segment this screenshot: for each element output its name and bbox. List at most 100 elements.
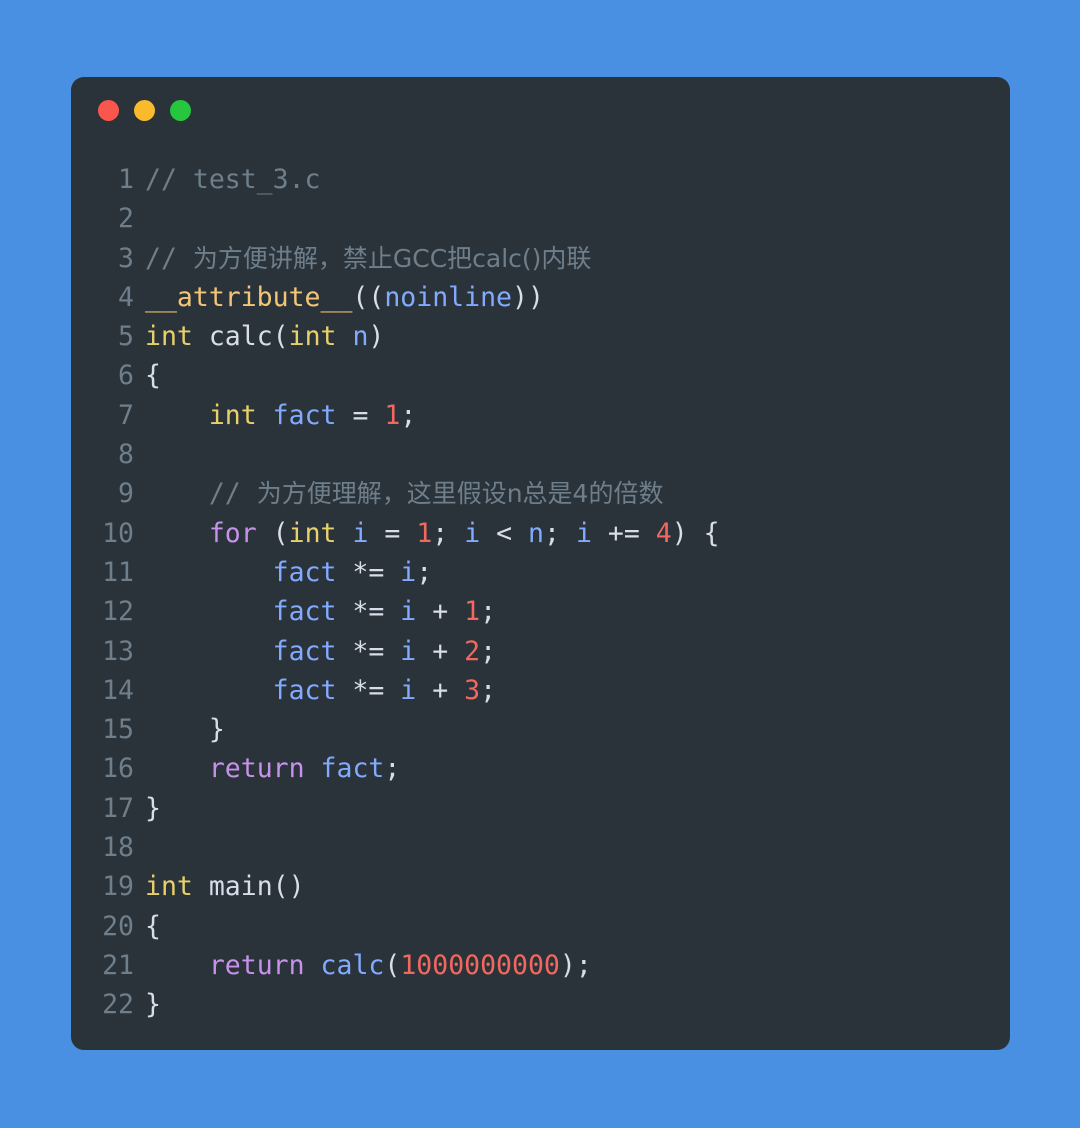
close-window-icon[interactable]: [98, 99, 119, 121]
code-token: +=: [591, 517, 656, 549]
code-line[interactable]: 7 int fact = 1;: [71, 396, 1010, 435]
code-token: fact: [272, 674, 337, 706]
code-token: ): [368, 321, 385, 353]
code-line[interactable]: 20 {: [71, 907, 1010, 946]
code-token: i: [352, 517, 369, 549]
code-token: *=: [336, 596, 401, 628]
line-number: 14: [102, 674, 134, 706]
line-number: 7: [118, 399, 134, 431]
code-token: }: [145, 989, 161, 1021]
code-line[interactable]: 15 }: [71, 710, 1010, 749]
code-token: fact: [272, 399, 337, 431]
code-token: ;: [544, 517, 576, 549]
code-token: <: [480, 517, 529, 549]
line-number: 21: [102, 949, 134, 981]
code-token: ;: [480, 635, 497, 667]
maximize-window-icon[interactable]: [170, 99, 191, 121]
line-number: 1: [118, 164, 134, 195]
line-content: return calc(1000000000);: [145, 946, 592, 985]
code-line[interactable]: 4 __attribute__((noinline)): [71, 278, 1010, 317]
code-line[interactable]: 9 // 为方便理解，这里假设n总是4的倍数: [71, 474, 1010, 513]
code-line[interactable]: 22}: [71, 985, 1010, 1024]
code-line[interactable]: 12 fact *= i + 1;: [71, 592, 1010, 631]
code-line[interactable]: 1 // test_3.c: [71, 160, 1010, 199]
code-line[interactable]: 19 int main(): [71, 867, 1010, 906]
code-token: 4: [655, 517, 672, 549]
code-token: 为方便讲解，禁止GCC把calc()内联: [192, 243, 592, 273]
line-number: 5: [118, 321, 134, 353]
code-token: i: [464, 517, 481, 549]
line-number: 13: [102, 635, 134, 667]
code-token: noinline: [384, 281, 512, 313]
code-line[interactable]: 14 fact *= i + 3;: [71, 671, 1010, 710]
code-token: i: [400, 596, 417, 628]
code-token: for: [208, 517, 257, 549]
code-line[interactable]: 13 fact *= i + 2;: [71, 632, 1010, 671]
code-line[interactable]: 5 int calc(int n): [71, 317, 1010, 356]
code-token: fact: [272, 556, 337, 588]
line-content: int calc(int n): [145, 317, 384, 356]
code-token: +: [416, 635, 465, 667]
line-number: 16: [102, 753, 134, 785]
code-token: ;: [384, 753, 401, 785]
code-token: =: [368, 517, 417, 549]
code-line[interactable]: 16 return fact;: [71, 749, 1010, 788]
code-token: int: [288, 321, 337, 353]
code-token: ;: [480, 596, 497, 628]
code-token: 3: [464, 674, 481, 706]
code-token: fact: [272, 596, 337, 628]
code-line[interactable]: 10 for (int i = 1; i < n; i += 4) {: [71, 514, 1010, 553]
code-token: 1: [464, 596, 481, 628]
code-token: +: [416, 674, 465, 706]
minimize-window-icon[interactable]: [134, 99, 155, 121]
code-token: (: [384, 949, 401, 981]
code-line[interactable]: 6{: [71, 356, 1010, 395]
line-number: 15: [102, 714, 134, 746]
window-titlebar[interactable]: [71, 77, 1010, 143]
line-number: 9: [118, 478, 134, 510]
code-token: fact: [272, 635, 337, 667]
code-token: (: [256, 517, 289, 549]
code-token: 1000000000: [400, 949, 560, 981]
code-token: return: [208, 753, 305, 785]
line-content: int main(): [145, 867, 305, 906]
line-number: 6: [118, 360, 134, 392]
code-editor-area[interactable]: 1 // test_3.c 2 3 // 为方便讲解，禁止GCC把calc()内联 4 __…: [71, 143, 1010, 1050]
line-content: fact *= i + 3;: [145, 671, 496, 710]
code-token: calc(: [192, 321, 289, 353]
code-line[interactable]: 8: [71, 435, 1010, 474]
code-line[interactable]: 21 return calc(1000000000);: [71, 946, 1010, 985]
code-token: 为方便理解，这里假设n总是4的倍数: [256, 479, 664, 509]
code-token: *=: [336, 556, 401, 588]
line-number: 10: [102, 517, 134, 549]
code-line[interactable]: 18: [71, 828, 1010, 867]
code-token: //: [145, 242, 193, 274]
code-line[interactable]: 17}: [71, 789, 1010, 828]
code-token: *=: [336, 635, 401, 667]
code-token: {: [145, 360, 161, 392]
code-token: int: [288, 517, 337, 549]
line-content: // test_3.c: [145, 160, 321, 199]
line-number: 3: [118, 242, 134, 274]
code-token: ((: [352, 281, 385, 313]
code-line[interactable]: 11 fact *= i;: [71, 553, 1010, 592]
line-content: fact *= i + 1;: [145, 592, 496, 631]
line-content: // 为方便讲解，禁止GCC把calc()内联: [145, 239, 591, 278]
code-token: 2: [464, 635, 481, 667]
code-token: n: [352, 321, 369, 353]
code-token: i: [575, 517, 592, 549]
code-line[interactable]: 2: [71, 199, 1010, 238]
code-token: {: [145, 910, 161, 942]
code-token: // test_3.c: [145, 164, 321, 195]
code-token: __attribute__: [145, 281, 353, 313]
code-token: ;: [400, 399, 417, 431]
line-content: int fact = 1;: [145, 396, 416, 435]
line-number: 4: [118, 281, 134, 313]
code-line[interactable]: 3 // 为方便讲解，禁止GCC把calc()内联: [71, 239, 1010, 278]
